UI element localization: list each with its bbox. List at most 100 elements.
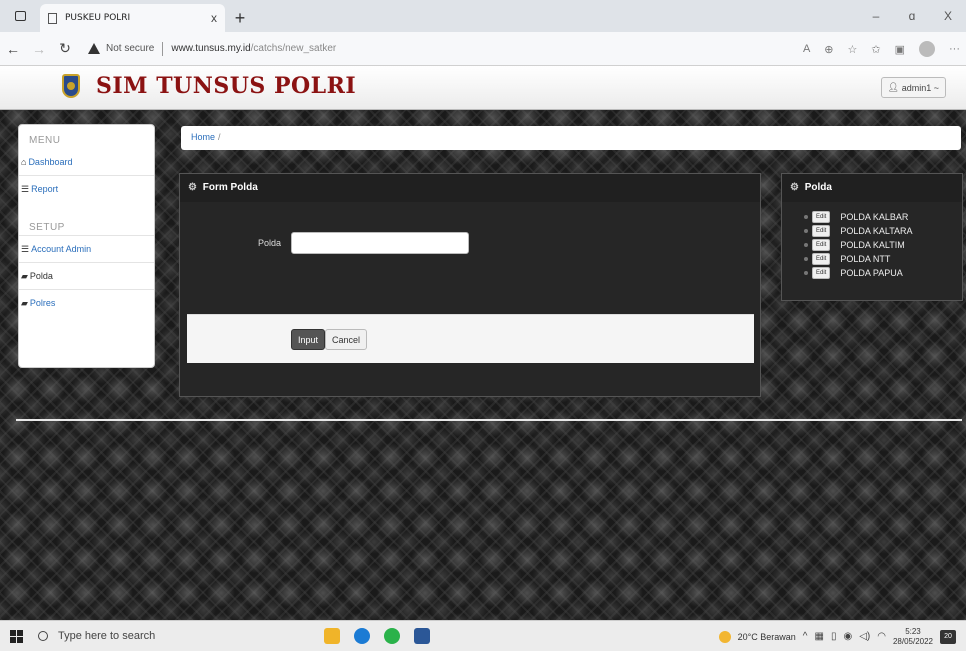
favorites-icon[interactable]: ✩	[871, 43, 880, 56]
minimize-button[interactable]: –	[858, 0, 894, 32]
zoom-icon[interactable]: ⊕	[824, 43, 833, 56]
sidebar-item-label: Report	[31, 184, 59, 194]
warning-icon	[88, 43, 100, 54]
polda-list: Edit POLDA KALBAR Edit POLDA KALTARA Edi…	[782, 202, 962, 280]
panel-title: Polda	[804, 182, 832, 193]
collections-icon[interactable]: ▣	[895, 43, 905, 56]
url-field[interactable]: www.tunsus.my.id/catchs/new_satker	[171, 43, 336, 54]
browser-tab[interactable]: PUSKEU POLRI x	[40, 4, 225, 32]
taskbar: Type here to search 20°C Berawan ^ ▦ ▯ ◉…	[0, 620, 966, 651]
restore-button[interactable]: ɑ	[894, 0, 930, 32]
list-item-label: POLDA NTT	[840, 254, 891, 264]
favorite-add-icon[interactable]: ☆	[848, 43, 858, 56]
sidebar-item-polres[interactable]: ▰ Polres	[19, 289, 154, 316]
start-button[interactable]	[0, 621, 32, 651]
notification-icon[interactable]: 20	[940, 629, 956, 644]
gear-icon: ⚙︎	[790, 182, 799, 193]
comment-icon: ▰	[21, 270, 28, 281]
input-button[interactable]: Input	[291, 329, 326, 350]
bullet-icon	[804, 215, 808, 219]
clock[interactable]: 5:23 28/05/2022	[893, 627, 933, 647]
panel-header: ⚙︎ Form Polda	[180, 174, 760, 202]
panel-header: ⚙︎ Polda	[782, 174, 962, 202]
cancel-button[interactable]: Cancel	[325, 329, 368, 350]
chrome-icon[interactable]: ◉	[843, 631, 852, 642]
address-bar: ← → ↻ Not secure www.tunsus.my.id/catchs…	[0, 32, 966, 66]
edit-button[interactable]: Edit	[812, 225, 831, 237]
security-indicator[interactable]: Not secure	[88, 43, 154, 54]
brand-name: SIM TUNSUS POLRI	[96, 73, 357, 99]
menu-heading: MENU	[29, 135, 61, 146]
sidebar-item-polda[interactable]: ▰ Polda	[19, 262, 154, 289]
profile-avatar[interactable]	[919, 41, 935, 57]
list-item-label: POLDA KALTARA	[840, 226, 913, 236]
clock-time: 5:23	[905, 626, 921, 636]
list-icon: ☰	[21, 243, 30, 254]
word-icon[interactable]	[414, 628, 430, 644]
browser-tab-bar: PUSKEU POLRI x + – ɑ X	[0, 0, 966, 32]
edge-browser-icon[interactable]	[354, 628, 370, 644]
address-bar-actions: A ⊕ ☆ ✩ ▣ ···	[803, 32, 960, 66]
file-explorer-icon[interactable]	[324, 628, 340, 644]
breadcrumb-home[interactable]: Home	[191, 132, 215, 142]
security-label: Not secure	[106, 43, 155, 54]
edit-button[interactable]: Edit	[812, 253, 831, 265]
list-icon: ☰	[21, 183, 30, 194]
polda-input[interactable]	[291, 232, 469, 254]
read-aloud-icon[interactable]: A	[803, 43, 810, 55]
weather-label[interactable]: 20°C Berawan	[738, 632, 796, 642]
page-content: SIM TUNSUS POLRI 👤︎ admin1 ~ MENU ⌂ Dash…	[0, 66, 966, 620]
edit-button[interactable]: Edit	[812, 211, 831, 223]
forward-button[interactable]: →	[26, 41, 52, 57]
close-window-button[interactable]: X	[930, 0, 966, 32]
network-icon[interactable]: ▦	[814, 631, 823, 642]
bullet-icon	[804, 229, 808, 233]
edit-button[interactable]: Edit	[812, 267, 831, 279]
tab-title: PUSKEU POLRI	[65, 13, 131, 23]
back-button[interactable]: ←	[0, 41, 26, 57]
setup-heading: SETUP	[29, 222, 65, 233]
search-placeholder: Type here to search	[58, 630, 156, 642]
sidebar-item-dashboard[interactable]: ⌂ Dashboard	[19, 148, 154, 175]
taskbar-search[interactable]: Type here to search	[32, 621, 262, 651]
form-actions: Input Cancel	[187, 314, 754, 363]
polda-label: Polda	[258, 238, 282, 248]
url-host: www.tunsus.my.id	[171, 43, 251, 54]
bullet-icon	[804, 271, 808, 275]
user-menu-button[interactable]: 👤︎ admin1 ~	[880, 77, 946, 98]
form-polda-panel: ⚙︎ Form Polda Polda Input Cancel	[179, 173, 761, 397]
sidebar-item-account-admin[interactable]: ☰ Account Admin	[19, 235, 154, 262]
list-item-label: POLDA KALTIM	[840, 240, 905, 250]
brand[interactable]: SIM TUNSUS POLRI	[62, 73, 356, 99]
tab-actions-icon[interactable]	[0, 0, 40, 32]
tab-close-icon[interactable]: x	[211, 11, 217, 25]
footer-divider	[16, 419, 962, 421]
list-item: Edit POLDA KALBAR	[804, 210, 962, 224]
bullet-icon	[804, 257, 808, 261]
new-tab-button[interactable]: +	[225, 4, 255, 32]
volume-icon[interactable]: ◁)	[859, 631, 870, 642]
more-icon[interactable]: ···	[949, 43, 960, 55]
weather-icon	[718, 630, 731, 643]
refresh-button[interactable]: ↻	[52, 40, 78, 57]
sidebar-item-label: Dashboard	[28, 156, 73, 167]
address-divider	[162, 41, 164, 56]
window-controls: – ɑ X	[858, 0, 966, 32]
gear-icon: ⚙︎	[188, 182, 197, 193]
system-tray: 20°C Berawan ^ ▦ ▯ ◉ ◁) ◠ 5:23 28/05/202…	[718, 621, 956, 651]
sidebar-item-label: Account Admin	[31, 244, 92, 254]
sidebar-item-label: Polres	[29, 298, 56, 308]
search-icon	[38, 631, 48, 641]
wifi-icon[interactable]: ◠	[877, 631, 886, 642]
chevron-up-icon[interactable]: ^	[803, 631, 808, 642]
sidebar-item-report[interactable]: ☰ Report	[19, 175, 154, 202]
bullet-icon	[804, 243, 808, 247]
sidebar: MENU ⌂ Dashboard ☰ Report SETUP ☰ Accoun…	[18, 124, 155, 368]
polda-form-row: Polda	[180, 232, 760, 256]
whatsapp-icon[interactable]	[384, 628, 400, 644]
police-emblem-icon	[62, 74, 80, 98]
url-path: /catchs/new_satker	[250, 43, 337, 54]
user-menu-label: admin1 ~	[901, 82, 939, 93]
battery-icon[interactable]: ▯	[831, 631, 837, 642]
edit-button[interactable]: Edit	[812, 239, 831, 251]
